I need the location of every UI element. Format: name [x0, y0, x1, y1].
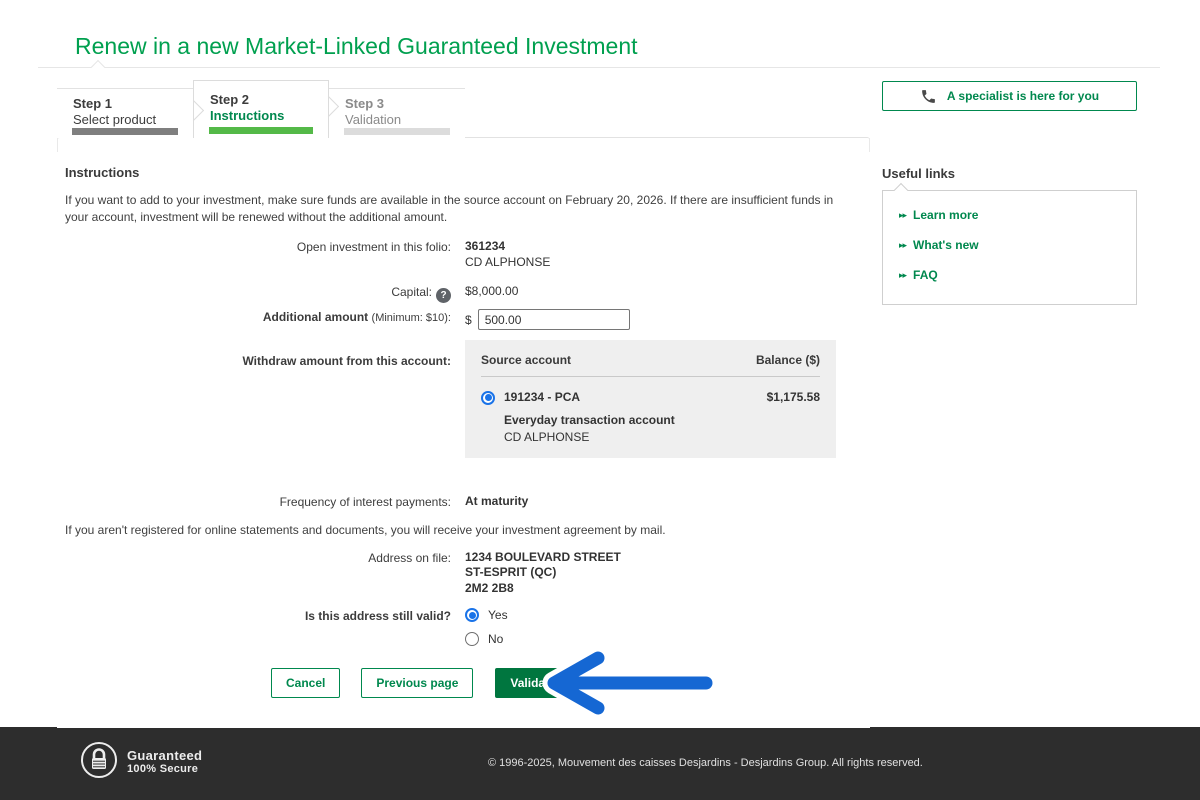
step-number: Step 1 — [73, 96, 113, 111]
validate-button[interactable]: Validate — [495, 668, 571, 698]
intro-text: If you want to add to your investment, m… — [65, 193, 834, 224]
secure-badge-line2: 100% Secure — [127, 762, 199, 775]
footer: Guaranteed 100% Secure © 1996-2025, Mouv… — [0, 727, 1200, 800]
page: Renew in a new Market-Linked Guaranteed … — [0, 0, 1200, 800]
currency-symbol: $ — [465, 312, 472, 327]
useful-link-label: Learn more — [913, 208, 979, 222]
address-valid-option-yes[interactable]: Yes — [465, 608, 862, 622]
padlock-icon — [80, 741, 118, 782]
account-number: 191234 - PCA — [504, 390, 581, 404]
additional-amount-row: Additional amount (Minimum: $10): $ — [65, 309, 862, 330]
useful-links-box: ▸▸ Learn more ▸▸ What's new ▸▸ FAQ — [882, 182, 1137, 305]
withdraw-label: Withdraw amount from this account: — [242, 354, 451, 368]
page-title: Renew in a new Market-Linked Guaranteed … — [75, 33, 638, 59]
step-label: Instructions — [210, 108, 285, 123]
option-label: Yes — [488, 608, 508, 622]
double-arrow-icon: ▸▸ — [899, 240, 907, 250]
folio-label: Open investment in this folio: — [296, 240, 451, 254]
step-progress-bar — [72, 128, 178, 135]
specialist-button[interactable]: A specialist is here for you — [882, 81, 1137, 111]
address-valid-option-no[interactable]: No — [465, 632, 862, 646]
useful-link-whats-new[interactable]: ▸▸ What's new — [899, 238, 1120, 252]
step-tabs: Step 1 Select product Step 2 Instruction… — [57, 80, 465, 138]
frequency-row: Frequency of interest payments: At matur… — [65, 494, 862, 509]
instructions-panel: Instructions If you want to add to your … — [57, 137, 870, 728]
column-balance: Balance ($) — [755, 353, 820, 367]
box-notch — [893, 182, 909, 198]
step-label: Select product — [73, 112, 157, 127]
action-buttons: Cancel Previous page Validate — [271, 668, 862, 728]
address-line: 1234 BOULEVARD STREET — [465, 549, 621, 564]
yes-radio[interactable] — [465, 608, 479, 622]
address-label: Address on file: — [368, 550, 451, 565]
useful-link-label: FAQ — [913, 268, 938, 282]
frequency-value: At maturity — [465, 493, 529, 508]
double-arrow-icon: ▸▸ — [899, 210, 907, 220]
secure-badge-line1: Guaranteed — [127, 747, 203, 763]
useful-links: Useful links ▸▸ Learn more ▸▸ What's new… — [882, 166, 1137, 305]
step-progress-bar — [344, 128, 450, 135]
no-radio[interactable] — [465, 632, 479, 646]
tab-step-2[interactable]: Step 2 Instructions — [193, 80, 340, 138]
withdraw-row: Withdraw amount from this account: Sourc… — [65, 340, 862, 458]
divider-notch — [90, 59, 106, 75]
address-line: 2M2 2B8 — [465, 580, 514, 595]
step-progress-bar — [209, 127, 313, 134]
account-balance: $1,175.58 — [766, 390, 820, 404]
question-mark-icon[interactable]: ? — [436, 288, 451, 303]
folio-name: CD ALPHONSE — [465, 254, 551, 269]
secure-badge: Guaranteed 100% Secure — [80, 741, 202, 782]
address-row: Address on file: 1234 BOULEVARD STREET S… — [65, 550, 862, 597]
title-divider — [38, 59, 1160, 75]
capital-value: $8,000.00 — [465, 284, 519, 298]
useful-link-learn-more[interactable]: ▸▸ Learn more — [899, 208, 1120, 222]
capital-label: Capital:? — [65, 284, 465, 303]
additional-amount-input[interactable] — [477, 309, 630, 330]
column-source-account: Source account — [481, 353, 572, 367]
address-valid-label: Is this address still valid? — [304, 609, 451, 623]
useful-links-title: Useful links — [882, 166, 955, 181]
tab-step-3[interactable]: Step 3 Validation — [329, 88, 465, 138]
capital-row: Capital:? $8,000.00 — [65, 284, 862, 303]
table-row: 191234 - PCA Everyday transaction accoun… — [481, 377, 820, 444]
specialist-button-label: A specialist is here for you — [946, 89, 1100, 103]
section-title: Instructions — [65, 165, 140, 180]
additional-amount-label: Additional amount (Minimum: $10): — [262, 310, 451, 324]
account-holder: CD ALPHONSE — [504, 429, 590, 444]
source-account-radio[interactable] — [481, 390, 495, 405]
address-valid-row: Is this address still valid? Yes No — [65, 608, 862, 646]
address-line: ST-ESPRIT (QC) — [465, 565, 557, 579]
folio-row: Open investment in this folio: 361234 CD… — [65, 239, 862, 270]
phone-icon — [920, 88, 937, 105]
step-number: Step 2 — [210, 92, 250, 107]
double-arrow-icon: ▸▸ — [899, 270, 907, 280]
source-account-table: Source account Balance ($) 191234 - PCA … — [465, 340, 836, 458]
useful-link-label: What's new — [913, 238, 979, 252]
step-label: Validation — [345, 112, 402, 127]
tab-step-1[interactable]: Step 1 Select product — [57, 88, 205, 138]
folio-number: 361234 — [465, 239, 506, 253]
account-type: Everyday transaction account — [504, 412, 675, 427]
statements-note: If you aren't registered for online stat… — [65, 522, 666, 537]
previous-page-button[interactable]: Previous page — [361, 668, 474, 698]
option-label: No — [488, 632, 504, 646]
step-number: Step 3 — [345, 96, 385, 111]
frequency-label: Frequency of interest payments: — [279, 494, 451, 509]
copyright-text: © 1996-2025, Mouvement des caisses Desja… — [488, 757, 923, 769]
cancel-button[interactable]: Cancel — [271, 668, 341, 698]
useful-link-faq[interactable]: ▸▸ FAQ — [899, 268, 1120, 282]
